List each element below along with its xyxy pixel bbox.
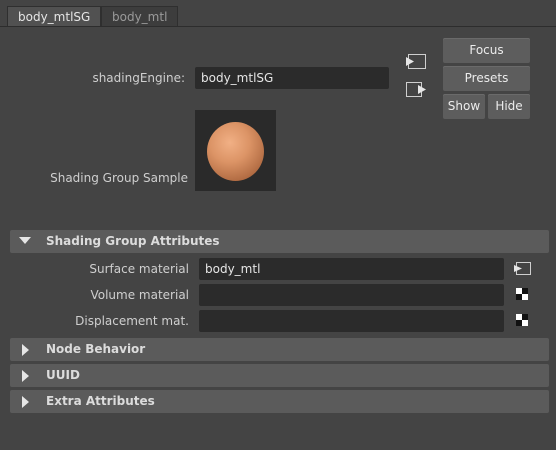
extra-attributes-header[interactable]: Extra Attributes [10, 390, 549, 413]
connection-input-icon[interactable] [512, 259, 534, 279]
shading-group-attributes-header[interactable]: Shading Group Attributes [10, 230, 549, 253]
volume-material-label: Volume material [90, 288, 189, 302]
focus-button[interactable]: Focus [443, 38, 530, 63]
shading-group-sample-label: Shading Group Sample [50, 171, 188, 185]
hide-button[interactable]: Hide [488, 94, 530, 119]
shading-group-sample-swatch [195, 110, 276, 191]
collapsed-triangle-icon [22, 396, 29, 408]
go-to-output-icon[interactable] [405, 80, 427, 100]
displacement-material-field[interactable] [199, 310, 504, 332]
collapsed-triangle-icon [22, 344, 29, 356]
displacement-material-label: Displacement mat. [75, 314, 189, 328]
surface-material-label: Surface material [89, 262, 189, 276]
tab-divider [0, 26, 556, 27]
uuid-header[interactable]: UUID [10, 364, 549, 387]
volume-material-field[interactable] [199, 284, 504, 306]
map-button-checker-icon[interactable] [516, 288, 528, 300]
collapsed-triangle-icon [22, 370, 29, 382]
select-node-icon[interactable] [405, 52, 427, 72]
section-title: Node Behavior [46, 342, 146, 356]
show-button[interactable]: Show [443, 94, 485, 119]
presets-button[interactable]: Presets [443, 66, 530, 91]
node-behavior-header[interactable]: Node Behavior [10, 338, 549, 361]
surface-material-field[interactable]: body_mtl [199, 258, 504, 280]
section-title: UUID [46, 368, 80, 382]
shading-engine-name-field[interactable]: body_mtlSG [195, 67, 389, 89]
material-sphere-preview [207, 122, 264, 181]
section-title: Extra Attributes [46, 394, 155, 408]
map-button-checker-icon[interactable] [516, 314, 528, 326]
tab-body-mtl[interactable]: body_mtl [101, 6, 179, 26]
shading-engine-label: shadingEngine: [92, 71, 185, 85]
tab-bar: body_mtlSG body_mtl [0, 0, 556, 27]
expanded-triangle-icon [19, 237, 31, 244]
tab-body-mtlsg[interactable]: body_mtlSG [7, 6, 102, 26]
section-title: Shading Group Attributes [46, 234, 220, 248]
